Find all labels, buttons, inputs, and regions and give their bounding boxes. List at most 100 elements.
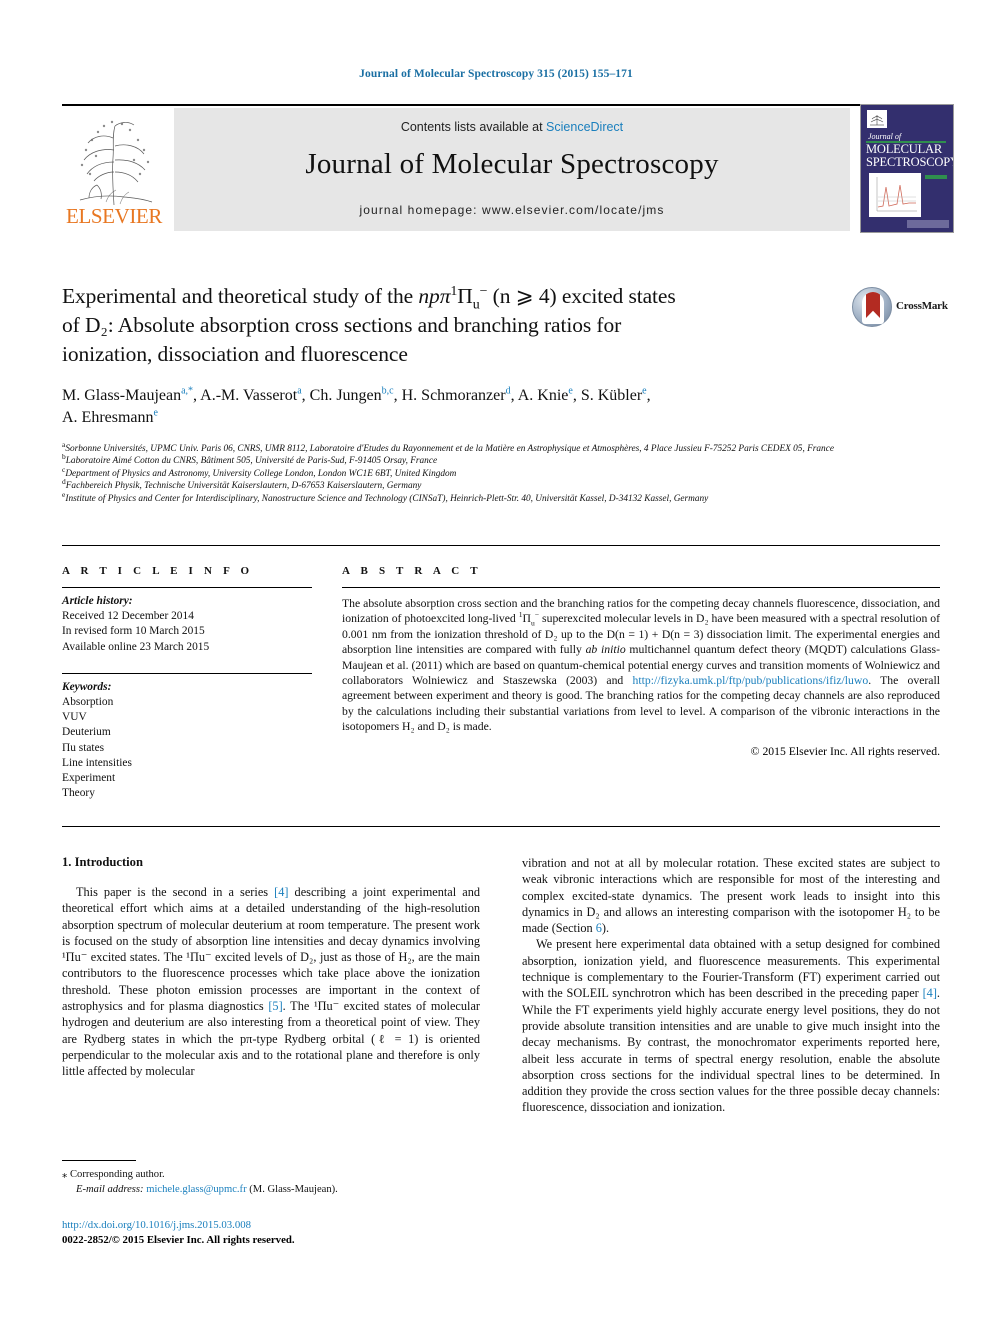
masthead-top-rule (62, 104, 936, 106)
title-text-1: Experimental and theoretical study of th… (62, 284, 419, 308)
affiliation-c: cDepartment of Physics and Astronomy, Un… (62, 465, 940, 480)
paragraph: This paper is the second in a series [4]… (62, 884, 480, 1080)
masthead-panel: Contents lists available at ScienceDirec… (174, 108, 850, 231)
keyword-item: Deuterium (62, 726, 111, 739)
journal-cover-thumbnail[interactable]: Journal of MOLECULAR SPECTROSCOPY (860, 104, 954, 233)
para-text-2: . While the FT experiments yield highly … (522, 986, 940, 1115)
para-text-1: We present here experimental data obtain… (522, 937, 940, 1001)
footnote-email-line: E-mail address: michele.glass@upmc.fr (M… (62, 1183, 480, 1198)
abstract-header: A B S T R A C T (342, 565, 482, 577)
cover-green-bar-right (925, 175, 947, 179)
cover-journal-name: MOLECULAR SPECTROSCOPY (866, 143, 954, 169)
author-3: H. Schmoranzerd (402, 386, 511, 404)
issn-copyright-line: 0022-2852/© 2015 Elsevier Inc. All right… (62, 1233, 295, 1246)
copyright-line: © 2015 Elsevier Inc. All rights reserved… (750, 744, 940, 758)
crossmark-circle-icon (852, 287, 892, 327)
para-text-2: describing a joint experimental and theo… (62, 885, 481, 1014)
keyword-item: Experiment (62, 772, 116, 785)
author-name: Ch. Jungen (309, 387, 382, 404)
author-affil-mark[interactable]: b,c (382, 386, 394, 397)
elsevier-tree-icon (79, 120, 153, 206)
article-history: Article history: Received 12 December 20… (62, 594, 312, 655)
title-sub-u: u (472, 297, 480, 313)
page-title: Experimental and theoretical study of th… (62, 282, 852, 369)
title-block: Experimental and theoretical study of th… (62, 282, 852, 369)
paragraph: vibration and not at all by molecular ro… (522, 855, 940, 936)
crossmark-badge[interactable]: CrossMark (852, 287, 948, 329)
author-name: A. Knie (517, 387, 569, 404)
citation-ref[interactable]: [4] (274, 885, 288, 899)
contents-prefix: Contents lists available at (400, 120, 547, 134)
affiliation-e: eInstitute of Physics and Center for Int… (62, 490, 940, 505)
keyword-item: Πu states (62, 741, 105, 754)
author-name: A.-M. Vasserot (200, 387, 298, 404)
abstract-rule (342, 587, 940, 588)
cover-elsevier-tree-icon (870, 115, 884, 126)
title-math-PI: Π (457, 284, 473, 308)
abstract-external-link[interactable]: http://fizyka.umk.pl/ftp/pub/publication… (633, 674, 869, 687)
cover-journal-name-line2: SPECTROSCOPY (866, 155, 954, 169)
para-text-1: vibration and not at all by molecular ro… (522, 856, 940, 936)
footnote-star-marker: ⁎ (62, 1169, 68, 1180)
footnote-email-owner: (M. Glass-Maujean). (249, 1183, 338, 1195)
author-6: A. Ehresmanne (62, 408, 158, 426)
affiliation-b: bLaboratoire Aimé Cotton du CNRS, Bâtime… (62, 453, 940, 467)
author-affil-mark[interactable]: a (297, 386, 301, 397)
abstract-block: A B S T R A C T The absolute absorption … (342, 565, 940, 758)
author-2: Ch. Jungenb,c (309, 386, 394, 404)
title-math-np: np (418, 284, 440, 308)
author-affil-mark[interactable]: e (642, 386, 646, 397)
keywords-label: Keywords: (62, 680, 112, 693)
author-4: A. Kniee (517, 386, 573, 404)
article-history-label: Article history: (62, 595, 133, 607)
affiliation-text: Department of Physics and Astronomy, Uni… (65, 468, 457, 479)
footnote-email-label: E-mail address: (76, 1183, 144, 1195)
author-5: S. Küblere (580, 386, 647, 404)
author-name: S. Kübler (580, 387, 643, 404)
paragraph: We present here experimental data obtain… (522, 936, 940, 1115)
author-affil-mark[interactable]: e (568, 386, 572, 397)
article-page: Journal of Molecular Spectroscopy 315 (2… (0, 0, 992, 1323)
citation-ref[interactable]: [5] (268, 999, 282, 1013)
cover-elsevier-mark (867, 110, 887, 128)
author-name: M. Glass-Maujean (62, 387, 182, 404)
crossmark-label: CrossMark (896, 300, 948, 312)
keyword-item: Absorption (62, 696, 114, 709)
info-band-bottom-rule (62, 826, 940, 827)
body-column-left: 1. Introduction This paper is the second… (62, 855, 480, 1080)
affiliation-a: aSorbonne Universités, UPMC Univ. Paris … (62, 441, 940, 455)
journal-masthead: ELSEVIER Contents lists available at Sci… (62, 104, 954, 233)
keyword-item: Line intensities (62, 756, 132, 769)
body-column-right: vibration and not at all by molecular ro… (522, 855, 940, 1116)
affiliation-text: Fachbereich Physik, Technische Universit… (65, 481, 422, 492)
abstract-ab-initio: ab initio (585, 643, 626, 657)
abstract-sup-1: 1 (518, 610, 523, 620)
elsevier-logo: ELSEVIER (62, 108, 166, 231)
corresponding-author-footnote: ⁎ Corresponding author. E-mail address: … (62, 1160, 480, 1197)
email-link[interactable]: michele.glass@upmc.fr (146, 1184, 246, 1195)
footnote-corresponding-text: Corresponding author. (69, 1169, 165, 1180)
article-info-block: A R T I C L E I N F O Article history: R… (62, 565, 312, 801)
crossmark-ribbon-icon (866, 292, 880, 318)
author-affil-mark[interactable]: e (154, 408, 158, 419)
author-0: M. Glass-Maujeana,* (62, 386, 193, 404)
author-affil-mark[interactable]: a,* (181, 386, 193, 397)
article-info-rule (62, 587, 312, 588)
abstract-text: The absolute absorption cross section an… (342, 597, 940, 734)
journal-title: Journal of Molecular Spectroscopy (305, 148, 719, 180)
author-affil-mark[interactable]: d (506, 386, 511, 397)
sciencedirect-link[interactable]: ScienceDirect (546, 120, 623, 134)
affiliation-text: Laboratoire Aimé Cotton du CNRS, Bâtimen… (65, 456, 438, 467)
author-list: M. Glass-Maujeana,*, A.-M. Vasserota, Ch… (62, 385, 651, 426)
citation-ref[interactable]: [4] (923, 986, 937, 1000)
running-head: Journal of Molecular Spectroscopy 315 (2… (359, 68, 633, 80)
author-1: A.-M. Vasserota (200, 386, 301, 404)
affiliation-list: aSorbonne Universités, UPMC Univ. Paris … (62, 441, 940, 505)
contents-available-line: Contents lists available at ScienceDirec… (174, 120, 850, 134)
footnote-body: ⁎ Corresponding author. E-mail address: … (62, 1168, 480, 1197)
doi-link[interactable]: http://dx.doi.org/10.1016/j.jms.2015.03.… (62, 1218, 482, 1233)
title-line-2: of D₂: Absolute absorption cross section… (62, 313, 622, 337)
journal-homepage-link[interactable]: journal homepage: www.elsevier.com/locat… (174, 203, 850, 217)
footnote-rule (62, 1160, 136, 1161)
elsevier-wordmark: ELSEVIER (66, 204, 162, 228)
